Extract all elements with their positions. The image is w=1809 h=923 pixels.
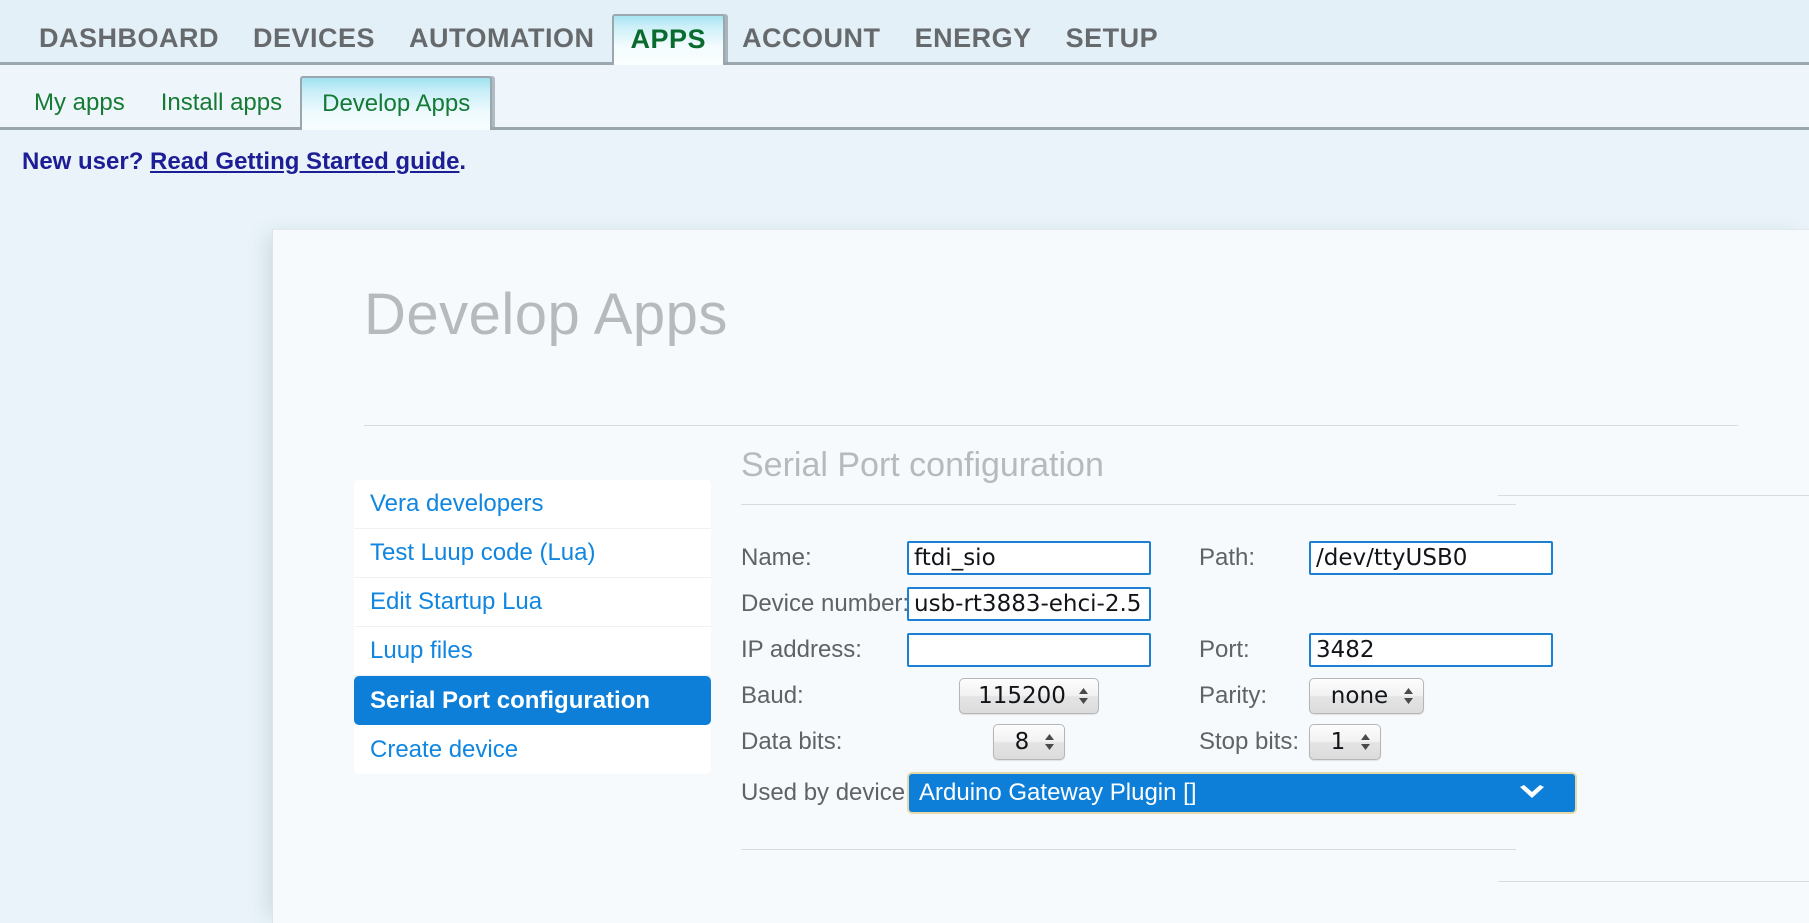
nav-tab-dashboard[interactable]: DASHBOARD xyxy=(22,25,236,62)
data-bits-label: Data bits: xyxy=(741,728,907,756)
used-by-device-label: Used by device: xyxy=(741,779,907,807)
parity-cell: none xyxy=(1309,678,1553,714)
stop-bits-value: 1 xyxy=(1322,729,1354,755)
subnav-tab-develop-apps[interactable]: Develop Apps xyxy=(300,76,492,130)
baud-value: 115200 xyxy=(972,683,1072,709)
form-row-device-number: Device number: usb-rt3883-ehci-2.5 xyxy=(741,581,1741,627)
parity-label: Parity: xyxy=(1199,682,1309,710)
baud-label: Baud: xyxy=(741,682,907,710)
secondary-navigation: My apps Install apps Develop Apps xyxy=(0,65,1809,130)
stepper-arrows-icon xyxy=(1044,733,1055,751)
path-label: Path: xyxy=(1199,544,1309,572)
getting-started-notice: New user? Read Getting Started guide. xyxy=(0,130,1809,197)
data-bits-value: 8 xyxy=(1006,729,1038,755)
sidebar-item-edit-startup-lua[interactable]: Edit Startup Lua xyxy=(354,578,711,627)
title-divider xyxy=(364,425,1738,426)
stepper-arrows-icon xyxy=(1360,733,1371,751)
stop-bits-select[interactable]: 1 xyxy=(1309,724,1381,760)
notice-suffix: . xyxy=(459,148,466,175)
form-row-baud-parity: Baud: 115200 Parity: none xyxy=(741,673,1741,719)
stepper-arrows-icon xyxy=(1403,687,1414,705)
stop-bits-cell: 1 xyxy=(1309,724,1553,760)
data-bits-cell: 8 xyxy=(907,724,1151,760)
panel-divider-right-top xyxy=(1498,495,1809,496)
path-input[interactable]: /dev/ttyUSB0 xyxy=(1309,541,1553,575)
name-input[interactable]: ftdi_sio xyxy=(907,541,1151,575)
sidebar-item-vera-developers[interactable]: Vera developers xyxy=(354,480,711,529)
sidebar-item-test-luup-code[interactable]: Test Luup code (Lua) xyxy=(354,529,711,578)
primary-navigation: DASHBOARD DEVICES AUTOMATION APPS ACCOUN… xyxy=(0,0,1809,65)
nav-tab-account[interactable]: ACCOUNT xyxy=(725,25,898,62)
used-by-device-select[interactable]: Arduino Gateway Plugin [] xyxy=(907,772,1577,814)
notice-text: New user? Read Getting Started guide. xyxy=(22,148,466,176)
panel-divider-right-bottom xyxy=(1498,881,1809,882)
port-label: Port: xyxy=(1199,636,1309,664)
form-row-ip-port: IP address: Port: 3482 xyxy=(741,627,1741,673)
notice-prefix: New user? xyxy=(22,148,150,175)
sidebar-item-serial-port-configuration[interactable]: Serial Port configuration xyxy=(354,676,711,725)
serial-port-form: Serial Port configuration Name: ftdi_sio… xyxy=(741,448,1741,850)
subnav-tab-install-apps[interactable]: Install apps xyxy=(143,91,300,127)
page-title: Develop Apps xyxy=(364,286,728,344)
parity-value: none xyxy=(1322,683,1397,709)
ip-address-input[interactable] xyxy=(907,633,1151,667)
develop-apps-sidemenu: Vera developers Test Luup code (Lua) Edi… xyxy=(354,480,711,774)
nav-tab-automation[interactable]: AUTOMATION xyxy=(392,25,611,62)
getting-started-link[interactable]: Read Getting Started guide xyxy=(150,148,459,175)
form-heading: Serial Port configuration xyxy=(741,448,1741,482)
form-rows: Name: ftdi_sio Path: /dev/ttyUSB0 Device… xyxy=(741,535,1741,821)
stepper-arrows-icon xyxy=(1078,687,1089,705)
form-heading-divider xyxy=(741,504,1516,505)
data-bits-select[interactable]: 8 xyxy=(993,724,1065,760)
sidebar-item-create-device[interactable]: Create device xyxy=(354,725,711,774)
chevron-down-icon xyxy=(1517,783,1547,803)
form-row-used-by-device: Used by device: Arduino Gateway Plugin [… xyxy=(741,765,1741,821)
ip-address-label: IP address: xyxy=(741,636,907,664)
form-row-data-stop-bits: Data bits: 8 Stop bits: 1 xyxy=(741,719,1741,765)
baud-cell: 115200 xyxy=(907,678,1151,714)
device-number-input[interactable]: usb-rt3883-ehci-2.5 xyxy=(907,587,1151,621)
device-number-label: Device number: xyxy=(741,590,907,618)
parity-select[interactable]: none xyxy=(1309,678,1424,714)
subnav-tab-my-apps[interactable]: My apps xyxy=(16,91,143,127)
form-row-name-path: Name: ftdi_sio Path: /dev/ttyUSB0 xyxy=(741,535,1741,581)
port-input[interactable]: 3482 xyxy=(1309,633,1553,667)
sidebar-item-luup-files[interactable]: Luup files xyxy=(354,627,711,676)
nav-tab-energy[interactable]: ENERGY xyxy=(898,25,1049,62)
app-root: DASHBOARD DEVICES AUTOMATION APPS ACCOUN… xyxy=(0,0,1809,923)
used-by-device-value: Arduino Gateway Plugin [] xyxy=(919,779,1197,807)
stop-bits-label: Stop bits: xyxy=(1199,728,1309,756)
name-label: Name: xyxy=(741,544,907,572)
form-bottom-divider xyxy=(741,849,1516,850)
nav-tab-setup[interactable]: SETUP xyxy=(1049,25,1176,62)
baud-select[interactable]: 115200 xyxy=(959,678,1099,714)
content-card: Develop Apps Vera developers Test Luup c… xyxy=(272,229,1809,923)
nav-tab-apps[interactable]: APPS xyxy=(612,14,726,65)
nav-tab-devices[interactable]: DEVICES xyxy=(236,25,392,62)
